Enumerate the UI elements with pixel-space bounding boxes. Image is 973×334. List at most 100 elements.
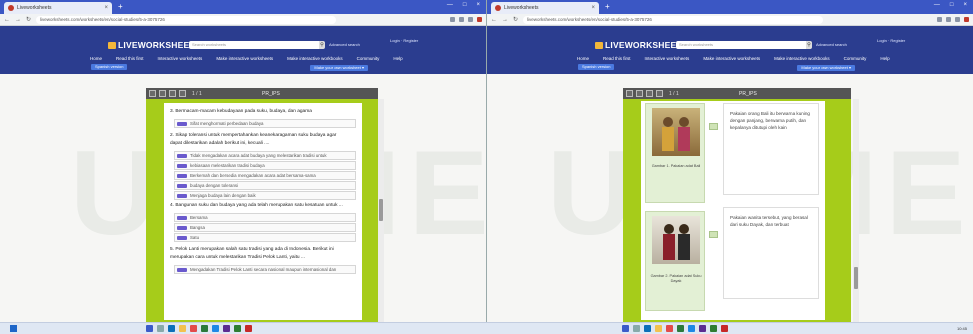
extension-icon[interactable]: [955, 17, 960, 22]
app-icon[interactable]: [721, 325, 728, 332]
fullscreen-icon[interactable]: [169, 90, 176, 97]
language-button[interactable]: Spanish version: [91, 64, 128, 70]
close-window-icon[interactable]: ×: [963, 2, 967, 8]
reload-icon[interactable]: ↻: [513, 16, 518, 23]
start-icon[interactable]: [10, 325, 17, 332]
nav-item[interactable]: Make interactive worksheets: [703, 56, 760, 61]
search-icon[interactable]: [157, 325, 164, 332]
answer-option[interactable]: Mengadakan Tradisi Pelok Lanti secara na…: [174, 265, 356, 274]
minimize-icon[interactable]: —: [934, 2, 940, 8]
app-icon[interactable]: [245, 325, 252, 332]
url-input[interactable]: liveworksheets.com/worksheets/en/social-…: [523, 15, 824, 24]
profile-icon[interactable]: [477, 17, 482, 22]
app-icon[interactable]: [190, 325, 197, 332]
make-worksheet-button[interactable]: Make your own worksheet ▾: [310, 65, 368, 71]
answer-option[interactable]: kebiasaan melestarikan tradisi budaya: [174, 161, 356, 170]
app-icon[interactable]: [644, 325, 651, 332]
close-window-icon[interactable]: ×: [476, 2, 480, 8]
profile-icon[interactable]: [964, 17, 969, 22]
print-icon[interactable]: [179, 90, 186, 97]
forward-icon[interactable]: →: [502, 17, 508, 23]
extension-icon[interactable]: [450, 17, 455, 22]
answer-option[interactable]: budaya dengan toleransi: [174, 181, 356, 190]
folder-icon[interactable]: [179, 325, 186, 332]
browser-tab[interactable]: Liveworksheets ×: [4, 2, 112, 14]
answer-option[interactable]: Tidak mengadakan acara adat budaya yang …: [174, 151, 356, 160]
app-icon[interactable]: [622, 325, 629, 332]
search-input[interactable]: Search worksheets: [189, 41, 324, 49]
nav-item[interactable]: Read this first: [603, 56, 631, 61]
drop-target[interactable]: [709, 231, 718, 238]
page-scrollbar[interactable]: [378, 99, 384, 322]
folder-icon[interactable]: [655, 325, 662, 332]
page-scrollbar[interactable]: [853, 99, 859, 322]
answer-option[interactable]: Menjaga budaya lain dengan baik: [174, 191, 356, 200]
scrollbar-thumb[interactable]: [379, 199, 383, 221]
extension-icon[interactable]: [946, 17, 951, 22]
nav-item[interactable]: Read this first: [116, 56, 144, 61]
app-icon[interactable]: [212, 325, 219, 332]
app-icon[interactable]: [168, 325, 175, 332]
clock[interactable]: 10:45: [957, 326, 967, 331]
answer-option[interactable]: Sifat menghormati perbedaan budaya: [174, 119, 356, 128]
language-button[interactable]: Spanish version: [578, 64, 615, 70]
print-icon[interactable]: [656, 90, 663, 97]
nav-item[interactable]: Home: [90, 56, 102, 61]
nav-item[interactable]: Home: [577, 56, 589, 61]
answer-option[interactable]: Bersama: [174, 213, 356, 222]
drop-target[interactable]: [709, 123, 718, 130]
zoom-in-icon[interactable]: [626, 90, 633, 97]
nav-item[interactable]: Make interactive workbooks: [287, 56, 343, 61]
zoom-out-icon[interactable]: [636, 90, 643, 97]
maximize-icon[interactable]: □: [950, 2, 954, 8]
account-links[interactable]: Login · Register: [390, 38, 418, 43]
new-tab-icon[interactable]: +: [118, 3, 123, 11]
maximize-icon[interactable]: □: [463, 2, 467, 8]
browser-tab[interactable]: Liveworksheets ×: [491, 2, 599, 14]
answer-option[interactable]: Bangsa: [174, 223, 356, 232]
zoom-in-icon[interactable]: [149, 90, 156, 97]
nav-item[interactable]: Community: [357, 56, 380, 61]
new-tab-icon[interactable]: +: [605, 3, 610, 11]
search-icon[interactable]: ⚲: [806, 41, 812, 49]
search-icon[interactable]: ⚲: [319, 41, 325, 49]
app-icon[interactable]: [677, 325, 684, 332]
nav-item[interactable]: Make interactive worksheets: [216, 56, 273, 61]
fullscreen-icon[interactable]: [646, 90, 653, 97]
close-tab-icon[interactable]: ×: [104, 5, 108, 11]
site-logo[interactable]: LIVEWORKSHEETS: [108, 40, 201, 50]
app-icon[interactable]: [234, 325, 241, 332]
app-icon[interactable]: [710, 325, 717, 332]
answer-box[interactable]: Pakaian orang Bali itu berwarna kuning d…: [723, 103, 819, 195]
back-icon[interactable]: ←: [491, 17, 497, 23]
nav-item[interactable]: Help: [393, 56, 402, 61]
nav-item[interactable]: Interactive worksheets: [158, 56, 203, 61]
app-icon[interactable]: [699, 325, 706, 332]
url-input[interactable]: liveworksheets.com/worksheets/en/social-…: [36, 15, 337, 24]
scrollbar-thumb[interactable]: [854, 267, 858, 289]
app-icon[interactable]: [223, 325, 230, 332]
advanced-search-link[interactable]: Advanced search: [816, 42, 847, 47]
minimize-icon[interactable]: —: [447, 2, 453, 8]
extension-icon[interactable]: [459, 17, 464, 22]
make-worksheet-button[interactable]: Make your own worksheet ▾: [797, 65, 855, 71]
app-icon[interactable]: [688, 325, 695, 332]
app-icon[interactable]: [666, 325, 673, 332]
zoom-out-icon[interactable]: [159, 90, 166, 97]
answer-option[interactable]: Satu: [174, 233, 356, 242]
site-logo[interactable]: LIVEWORKSHEETS: [595, 40, 688, 50]
answer-box[interactable]: Pakaian wanita tersebut, yang berasal da…: [723, 207, 819, 299]
search-icon[interactable]: [633, 325, 640, 332]
extension-icon[interactable]: [468, 17, 473, 22]
search-input[interactable]: Search worksheets: [676, 41, 811, 49]
advanced-search-link[interactable]: Advanced search: [329, 42, 360, 47]
app-icon[interactable]: [201, 325, 208, 332]
nav-item[interactable]: Community: [844, 56, 867, 61]
nav-item[interactable]: Interactive worksheets: [645, 56, 690, 61]
app-icon[interactable]: [146, 325, 153, 332]
nav-item[interactable]: Make interactive workbooks: [774, 56, 830, 61]
reload-icon[interactable]: ↻: [26, 16, 31, 23]
nav-item[interactable]: Help: [880, 56, 889, 61]
account-links[interactable]: Login · Register: [877, 38, 905, 43]
close-tab-icon[interactable]: ×: [591, 5, 595, 11]
